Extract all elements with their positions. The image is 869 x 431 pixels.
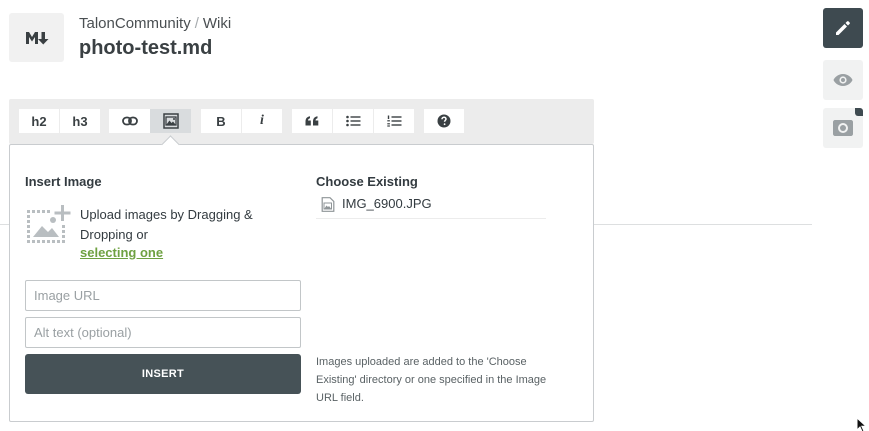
italic-button[interactable]: i bbox=[242, 109, 282, 133]
bullet-list-icon bbox=[345, 115, 360, 127]
bullet-list-button[interactable] bbox=[333, 109, 373, 133]
upload-note: Images uploaded are added to the 'Choose… bbox=[316, 356, 547, 404]
file-image-icon bbox=[321, 197, 335, 212]
breadcrumb-section[interactable]: Wiki bbox=[203, 15, 231, 32]
breadcrumb-community[interactable]: TalonCommunity bbox=[79, 15, 191, 32]
link-button[interactable] bbox=[109, 109, 150, 133]
insert-button[interactable]: INSERT bbox=[25, 354, 301, 394]
link-icon bbox=[121, 116, 138, 126]
select-file-link[interactable]: selecting one bbox=[80, 245, 163, 260]
markdown-icon bbox=[25, 31, 48, 44]
alt-text-input[interactable] bbox=[25, 317, 301, 348]
heading2-button[interactable]: h2 bbox=[19, 109, 59, 133]
upload-image-icon bbox=[27, 205, 71, 243]
bold-button[interactable]: B bbox=[201, 109, 241, 133]
markdown-logo bbox=[9, 13, 64, 62]
help-button[interactable] bbox=[424, 109, 464, 133]
image-button[interactable] bbox=[150, 109, 191, 133]
preview-button[interactable] bbox=[823, 60, 863, 100]
existing-file-item[interactable]: IMG_6900.JPG bbox=[316, 194, 546, 219]
heading3-button[interactable]: h3 bbox=[60, 109, 100, 133]
page-title: photo-test.md bbox=[79, 37, 213, 59]
attachments-button[interactable] bbox=[823, 108, 863, 148]
camera-icon bbox=[833, 120, 853, 136]
attachment-indicator bbox=[855, 108, 863, 116]
edit-button[interactable] bbox=[823, 8, 863, 48]
numbered-list-button[interactable] bbox=[374, 109, 414, 133]
quote-icon bbox=[305, 116, 319, 126]
insert-image-title: Insert Image bbox=[25, 174, 102, 189]
upload-instructions: Upload images by Dragging & Dropping or bbox=[80, 207, 253, 242]
editor-toolbar: h2 h3 B i bbox=[9, 99, 594, 144]
breadcrumb: TalonCommunity / Wiki bbox=[79, 15, 231, 32]
image-icon bbox=[162, 113, 179, 129]
help-icon bbox=[437, 114, 451, 128]
mouse-cursor-icon bbox=[856, 417, 867, 431]
existing-file-name: IMG_6900.JPG bbox=[342, 196, 432, 211]
numbered-list-icon bbox=[386, 115, 401, 127]
quote-button[interactable] bbox=[292, 109, 332, 133]
insert-image-panel: Insert Image Upload images by Dragging &… bbox=[9, 135, 594, 422]
pencil-icon bbox=[836, 21, 850, 35]
eye-icon bbox=[833, 74, 853, 86]
breadcrumb-separator: / bbox=[194, 15, 199, 32]
image-url-input[interactable] bbox=[25, 280, 301, 311]
choose-existing-title: Choose Existing bbox=[316, 174, 418, 189]
